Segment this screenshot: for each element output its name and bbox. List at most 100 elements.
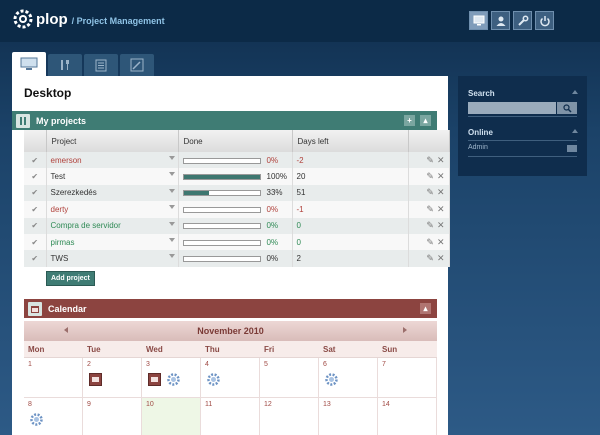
- column-header-done[interactable]: Done: [178, 130, 293, 152]
- wrench-icon[interactable]: [513, 11, 532, 30]
- table-row[interactable]: ✔ pirmas 0% 0 ✎ ✕: [24, 233, 450, 251]
- chat-icon[interactable]: [567, 145, 577, 152]
- calendar-day[interactable]: 5: [260, 358, 319, 398]
- table-row[interactable]: ✔ Compra de servidor 0% 0 ✎ ✕: [24, 217, 450, 234]
- table-row[interactable]: ✔ emerson 0% -2 ✎ ✕: [24, 152, 450, 169]
- dropdown-icon[interactable]: [168, 221, 175, 226]
- project-name-cell[interactable]: Test: [46, 168, 179, 185]
- project-name-cell[interactable]: Szerezkedés: [46, 184, 179, 202]
- table-row[interactable]: ✔ Test 100% 20 ✎ ✕: [24, 168, 450, 185]
- delete-icon[interactable]: ✕: [437, 187, 445, 197]
- table-row[interactable]: ✔ derty 0% -1 ✎ ✕: [24, 201, 450, 218]
- page-title: Desktop: [24, 86, 72, 100]
- projects-table: Project Done Days left ✔ emerson 0% -2 ✎ ✕ ✔ Te…: [24, 130, 450, 267]
- check-icon[interactable]: ✔: [24, 250, 47, 267]
- calendar-day[interactable]: 3: [142, 358, 201, 398]
- dropdown-icon[interactable]: [168, 254, 175, 259]
- collapse-icon[interactable]: ▴: [420, 303, 431, 314]
- calendar-day[interactable]: 13: [319, 398, 378, 435]
- column-header-project[interactable]: Project: [46, 130, 179, 152]
- edit-icon[interactable]: ✎: [426, 220, 434, 230]
- calendar-day[interactable]: 14: [378, 398, 437, 435]
- check-icon[interactable]: ✔: [24, 168, 47, 185]
- column-header-days-left[interactable]: Days left: [292, 130, 409, 152]
- project-name-cell[interactable]: Compra de servidor: [46, 217, 179, 234]
- gear-icon[interactable]: [325, 373, 338, 386]
- days-left-cell: 20: [292, 168, 409, 185]
- calendar-day[interactable]: 4: [201, 358, 260, 398]
- delete-icon[interactable]: ✕: [437, 155, 445, 165]
- tab-edit[interactable]: [120, 54, 154, 76]
- check-icon[interactable]: ✔: [24, 217, 47, 234]
- project-name-cell[interactable]: TWS: [46, 250, 179, 267]
- project-name-cell[interactable]: pirmas: [46, 233, 179, 251]
- tab-notes[interactable]: [84, 54, 118, 76]
- check-icon[interactable]: ✔: [24, 184, 47, 202]
- user-icon[interactable]: [491, 11, 510, 30]
- dropdown-icon[interactable]: [168, 205, 175, 210]
- event-icon[interactable]: [148, 373, 161, 386]
- delete-icon[interactable]: ✕: [437, 237, 445, 247]
- project-name[interactable]: TWS: [51, 254, 69, 263]
- dropdown-icon[interactable]: [168, 188, 175, 193]
- check-icon[interactable]: ✔: [24, 152, 47, 169]
- collapse-search-icon[interactable]: [572, 90, 578, 94]
- edit-icon[interactable]: ✎: [426, 187, 434, 197]
- add-icon[interactable]: +: [404, 115, 415, 126]
- calendar-day[interactable]: 6: [319, 358, 378, 398]
- power-icon[interactable]: [535, 11, 554, 30]
- delete-icon[interactable]: ✕: [437, 220, 445, 230]
- monitor-icon[interactable]: [469, 11, 488, 30]
- collapse-online-icon[interactable]: [572, 129, 578, 133]
- dropdown-icon[interactable]: [168, 172, 175, 177]
- project-name[interactable]: pirmas: [51, 238, 75, 247]
- edit-icon[interactable]: ✎: [426, 171, 434, 181]
- delete-icon[interactable]: ✕: [437, 204, 445, 214]
- search-input[interactable]: [468, 102, 556, 114]
- calendar-day[interactable]: 7: [378, 358, 437, 398]
- online-user[interactable]: Admin: [468, 144, 488, 151]
- gear-icon[interactable]: [167, 373, 180, 386]
- dropdown-icon[interactable]: [168, 237, 175, 242]
- gear-icon[interactable]: [207, 373, 220, 386]
- gear-icon[interactable]: [30, 413, 43, 426]
- day-number: 13: [323, 401, 331, 408]
- project-name[interactable]: Test: [51, 172, 66, 181]
- delete-icon[interactable]: ✕: [437, 253, 445, 263]
- project-name[interactable]: Compra de servidor: [51, 221, 121, 230]
- search-button[interactable]: [557, 102, 577, 114]
- previous-month-icon[interactable]: [64, 327, 68, 333]
- check-icon[interactable]: ✔: [24, 201, 47, 218]
- day-number: 1: [28, 361, 32, 368]
- calendar-day[interactable]: 9: [83, 398, 142, 435]
- tools-icon: [61, 60, 69, 70]
- project-name-cell[interactable]: derty: [46, 201, 179, 218]
- dropdown-icon[interactable]: [168, 156, 175, 160]
- project-name[interactable]: derty: [51, 205, 69, 214]
- calendar-day[interactable]: 2: [83, 358, 142, 398]
- table-row[interactable]: ✔ Szerezkedés 33% 51 ✎ ✕: [24, 184, 450, 202]
- tab-desktop[interactable]: [12, 52, 46, 76]
- calendar-day[interactable]: 12: [260, 398, 319, 435]
- table-row[interactable]: ✔ TWS 0% 2 ✎ ✕: [24, 250, 450, 267]
- calendar-day[interactable]: 8: [24, 398, 83, 435]
- collapse-icon[interactable]: ▴: [420, 115, 431, 126]
- delete-icon[interactable]: ✕: [437, 171, 445, 181]
- project-name-cell[interactable]: emerson: [46, 152, 179, 169]
- edit-icon[interactable]: ✎: [426, 237, 434, 247]
- app-logo[interactable]: plop / Project Management: [12, 8, 165, 30]
- check-icon[interactable]: ✔: [24, 233, 47, 251]
- add-project-button[interactable]: Add project: [46, 271, 95, 286]
- calendar-day[interactable]: 10: [142, 398, 201, 435]
- event-icon[interactable]: [89, 373, 102, 386]
- edit-icon[interactable]: ✎: [426, 204, 434, 214]
- project-name[interactable]: Szerezkedés: [51, 188, 97, 197]
- tab-tools[interactable]: [48, 54, 82, 76]
- edit-icon[interactable]: ✎: [426, 253, 434, 263]
- next-month-icon[interactable]: [403, 327, 407, 333]
- project-name[interactable]: emerson: [51, 156, 82, 165]
- calendar-day[interactable]: 11: [201, 398, 260, 435]
- calendar-day[interactable]: 1: [24, 358, 83, 398]
- day-number: 6: [323, 361, 327, 368]
- edit-icon[interactable]: ✎: [426, 155, 434, 165]
